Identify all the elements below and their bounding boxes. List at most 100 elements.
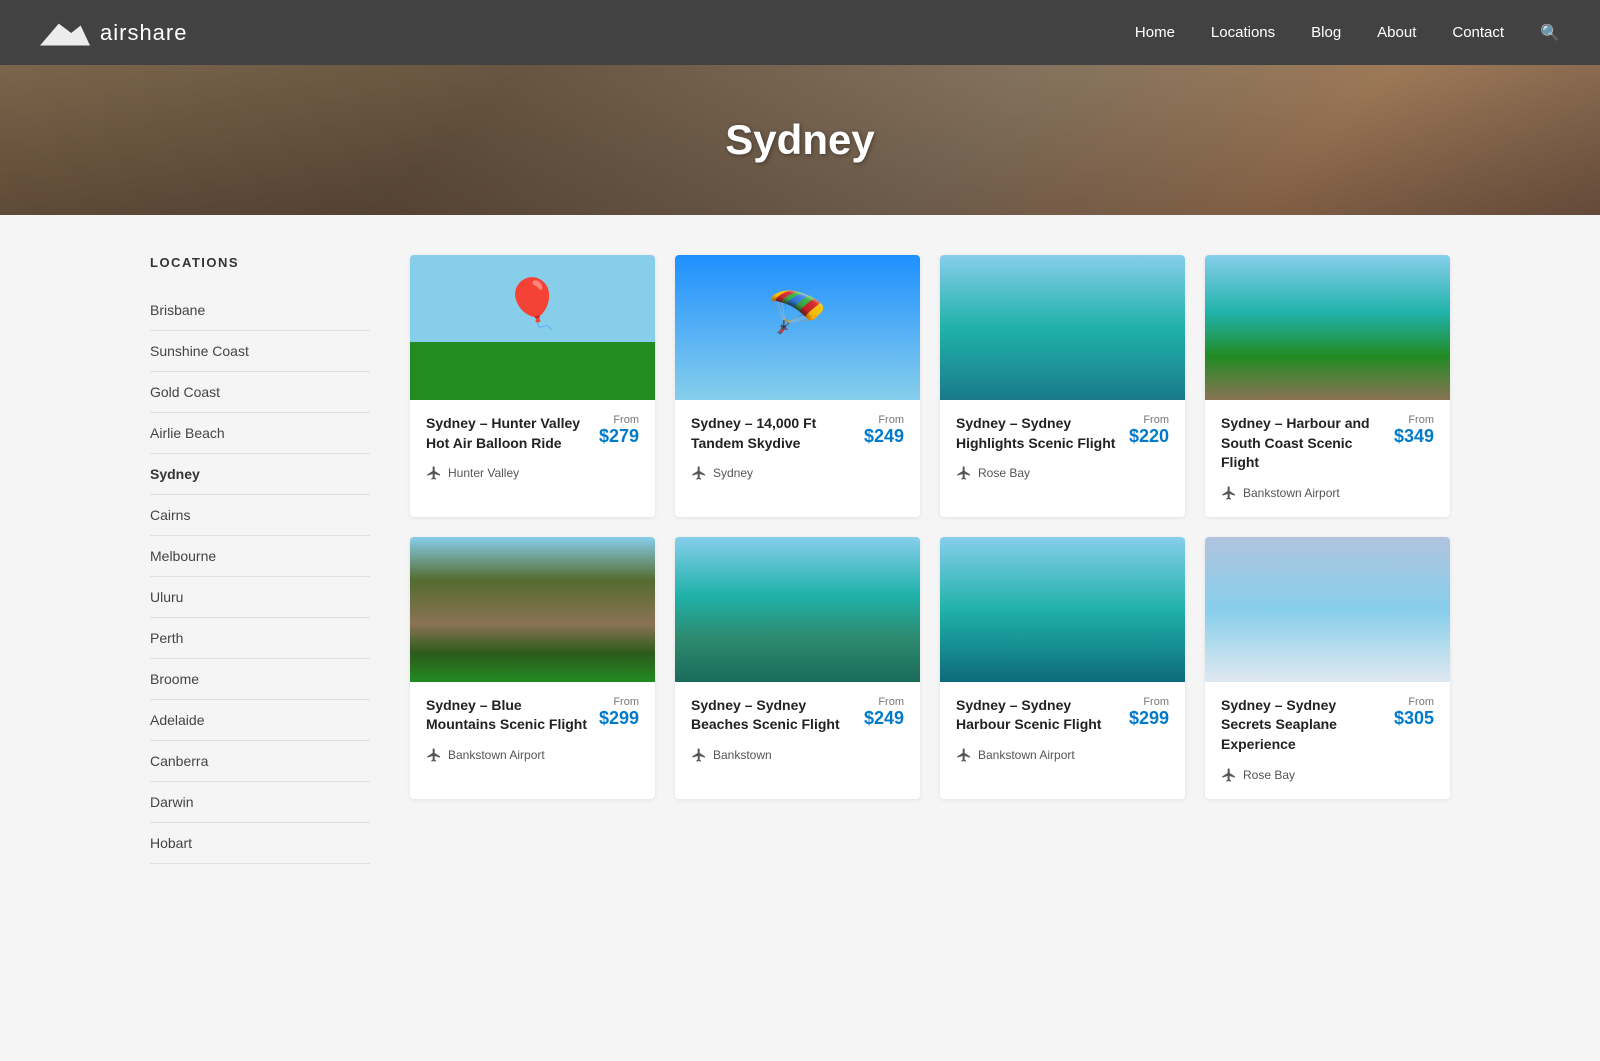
sidebar-item-canberra[interactable]: Canberra — [150, 741, 370, 782]
card-location: Sydney — [691, 465, 904, 481]
plane-icon — [691, 747, 707, 763]
card-image — [410, 255, 655, 400]
card-image — [940, 537, 1185, 682]
card-title: Sydney – 14,000 Ft Tandem Skydive — [691, 414, 864, 453]
card-price: $299 — [1129, 708, 1169, 728]
card-top: Sydney – Sydney Secrets Seaplane Experie… — [1221, 696, 1434, 755]
sidebar-item-airlie-beach[interactable]: Airlie Beach — [150, 413, 370, 454]
sidebar-item-hobart[interactable]: Hobart — [150, 823, 370, 864]
card-location-name: Bankstown — [713, 748, 772, 762]
card-from-label: From — [864, 414, 904, 426]
card-title: Sydney – Hunter Valley Hot Air Balloon R… — [426, 414, 599, 453]
sidebar-item-gold-coast[interactable]: Gold Coast — [150, 372, 370, 413]
card-title: Sydney – Sydney Secrets Seaplane Experie… — [1221, 696, 1394, 755]
sidebar-item-darwin[interactable]: Darwin — [150, 782, 370, 823]
nav-links: Home Locations Blog About Contact 🔍 — [1135, 23, 1560, 43]
card-body: Sydney – Hunter Valley Hot Air Balloon R… — [410, 400, 655, 497]
card-from-label: From — [1129, 414, 1169, 426]
card-body: Sydney – Harbour and South Coast Scenic … — [1205, 400, 1450, 517]
plane-icon — [426, 465, 442, 481]
plane-icon — [1221, 485, 1237, 501]
card-price-block: From $349 — [1394, 414, 1434, 447]
sidebar: LOCATIONS Brisbane Sunshine Coast Gold C… — [150, 255, 370, 864]
card-image — [410, 537, 655, 682]
product-card[interactable]: Sydney – Sydney Highlights Scenic Flight… — [940, 255, 1185, 517]
plane-icon — [426, 747, 442, 763]
card-price: $279 — [599, 426, 639, 446]
card-location-name: Bankstown Airport — [1243, 486, 1340, 500]
card-image — [940, 255, 1185, 400]
logo-mountain-icon — [40, 18, 90, 48]
nav-contact[interactable]: Contact — [1452, 24, 1504, 41]
brand-logo[interactable]: airshare — [40, 18, 187, 48]
card-price-block: From $249 — [864, 414, 904, 447]
card-top: Sydney – Hunter Valley Hot Air Balloon R… — [426, 414, 639, 453]
card-body: Sydney – 14,000 Ft Tandem Skydive From $… — [675, 400, 920, 497]
product-card[interactable]: Sydney – Sydney Harbour Scenic Flight Fr… — [940, 537, 1185, 799]
card-location: Rose Bay — [1221, 767, 1434, 783]
card-location-name: Sydney — [713, 466, 753, 480]
card-price-block: From $305 — [1394, 696, 1434, 729]
card-price: $305 — [1394, 708, 1434, 728]
card-location: Hunter Valley — [426, 465, 639, 481]
sidebar-item-brisbane[interactable]: Brisbane — [150, 290, 370, 331]
plane-icon — [1221, 767, 1237, 783]
sidebar-item-melbourne[interactable]: Melbourne — [150, 536, 370, 577]
sidebar-item-sunshine-coast[interactable]: Sunshine Coast — [150, 331, 370, 372]
card-body: Sydney – Sydney Harbour Scenic Flight Fr… — [940, 682, 1185, 779]
card-location-name: Hunter Valley — [448, 466, 519, 480]
product-card[interactable]: Sydney – Sydney Secrets Seaplane Experie… — [1205, 537, 1450, 799]
sidebar-item-broome[interactable]: Broome — [150, 659, 370, 700]
card-from-label: From — [599, 414, 639, 426]
plane-icon — [956, 747, 972, 763]
hero-title: Sydney — [725, 116, 874, 164]
card-location: Bankstown Airport — [956, 747, 1169, 763]
card-title: Sydney – Sydney Beaches Scenic Flight — [691, 696, 864, 735]
card-price: $349 — [1394, 426, 1434, 446]
plane-icon — [691, 465, 707, 481]
nav-blog[interactable]: Blog — [1311, 24, 1341, 41]
card-top: Sydney – Sydney Highlights Scenic Flight… — [956, 414, 1169, 453]
card-title: Sydney – Blue Mountains Scenic Flight — [426, 696, 599, 735]
card-from-label: From — [864, 696, 904, 708]
navbar: airshare Home Locations Blog About Conta… — [0, 0, 1600, 65]
card-top: Sydney – Blue Mountains Scenic Flight Fr… — [426, 696, 639, 735]
sidebar-item-cairns[interactable]: Cairns — [150, 495, 370, 536]
card-top: Sydney – 14,000 Ft Tandem Skydive From $… — [691, 414, 904, 453]
nav-locations[interactable]: Locations — [1211, 24, 1275, 41]
nav-home[interactable]: Home — [1135, 24, 1175, 41]
card-from-label: From — [599, 696, 639, 708]
hero-banner: Sydney — [0, 65, 1600, 215]
sidebar-item-sydney[interactable]: Sydney — [150, 454, 370, 495]
card-price: $220 — [1129, 426, 1169, 446]
product-card[interactable]: Sydney – Blue Mountains Scenic Flight Fr… — [410, 537, 655, 799]
card-price-block: From $299 — [1129, 696, 1169, 729]
product-card[interactable]: Sydney – 14,000 Ft Tandem Skydive From $… — [675, 255, 920, 517]
card-price-block: From $299 — [599, 696, 639, 729]
nav-about[interactable]: About — [1377, 24, 1416, 41]
card-price-block: From $279 — [599, 414, 639, 447]
card-location-name: Bankstown Airport — [978, 748, 1075, 762]
product-card[interactable]: Sydney – Sydney Beaches Scenic Flight Fr… — [675, 537, 920, 799]
card-from-label: From — [1394, 696, 1434, 708]
sidebar-item-perth[interactable]: Perth — [150, 618, 370, 659]
card-top: Sydney – Harbour and South Coast Scenic … — [1221, 414, 1434, 473]
product-card[interactable]: Sydney – Harbour and South Coast Scenic … — [1205, 255, 1450, 517]
product-card[interactable]: Sydney – Hunter Valley Hot Air Balloon R… — [410, 255, 655, 517]
card-location: Bankstown — [691, 747, 904, 763]
search-icon[interactable]: 🔍 — [1540, 25, 1560, 42]
card-title: Sydney – Sydney Highlights Scenic Flight — [956, 414, 1129, 453]
sidebar-item-adelaide[interactable]: Adelaide — [150, 700, 370, 741]
card-top: Sydney – Sydney Harbour Scenic Flight Fr… — [956, 696, 1169, 735]
main-content: LOCATIONS Brisbane Sunshine Coast Gold C… — [130, 215, 1470, 904]
card-location: Bankstown Airport — [1221, 485, 1434, 501]
card-title: Sydney – Sydney Harbour Scenic Flight — [956, 696, 1129, 735]
card-location-name: Rose Bay — [1243, 768, 1295, 782]
card-body: Sydney – Blue Mountains Scenic Flight Fr… — [410, 682, 655, 779]
card-price: $299 — [599, 708, 639, 728]
card-location: Rose Bay — [956, 465, 1169, 481]
plane-icon — [956, 465, 972, 481]
sidebar-item-uluru[interactable]: Uluru — [150, 577, 370, 618]
card-location: Bankstown Airport — [426, 747, 639, 763]
card-from-label: From — [1394, 414, 1434, 426]
